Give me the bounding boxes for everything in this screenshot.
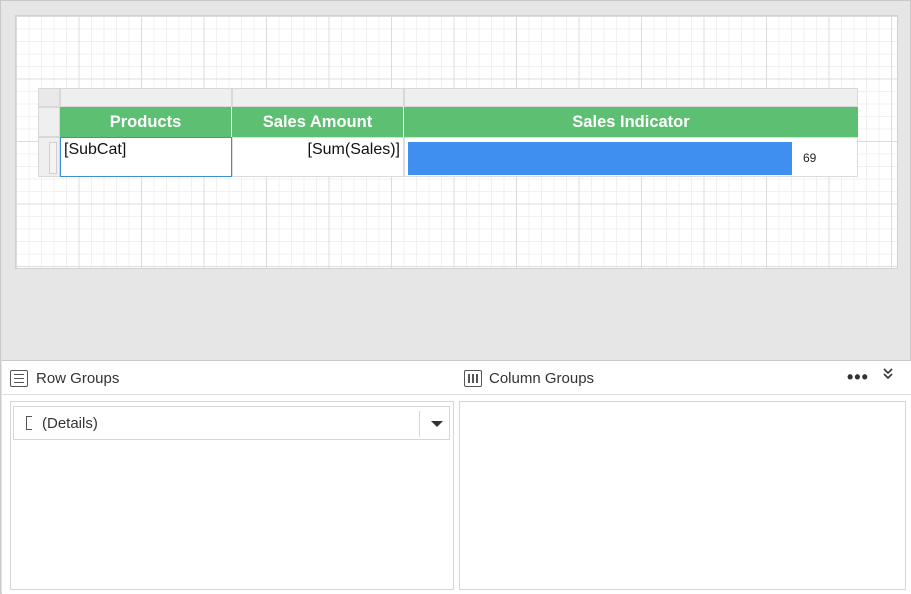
column-groups-icon [464, 369, 482, 387]
data-bar [408, 142, 792, 175]
row-group-label: (Details) [42, 415, 98, 432]
sales-amount-field: [Sum(Sales)] [307, 141, 400, 158]
column-handle-sales-amount[interactable] [232, 88, 404, 107]
row-groups-pane: (Details) [10, 401, 454, 590]
row-groups-icon [10, 369, 28, 387]
column-handle-products[interactable] [60, 88, 232, 107]
row-group-details[interactable]: (Details) [13, 406, 450, 440]
grouping-pane-header: Row Groups Column Groups ••• [2, 361, 911, 395]
more-options-icon[interactable]: ••• [847, 367, 869, 387]
data-bar-value: 69 [803, 151, 817, 165]
products-field: [SubCat] [64, 141, 127, 158]
header-cell-products[interactable]: Products [60, 107, 232, 137]
report-designer: Products Sales Amount Sales Indicator [S… [0, 0, 911, 594]
column-groups-label: Column Groups [489, 369, 595, 387]
data-cell-products[interactable]: [SubCat] [60, 137, 232, 177]
row-groups-heading: Row Groups [10, 361, 119, 395]
chevron-double-down-icon [883, 368, 893, 380]
row-handle-header[interactable] [38, 107, 60, 137]
data-cell-sales-amount[interactable]: [Sum(Sales)] [232, 137, 404, 177]
column-groups-heading: Column Groups [464, 361, 594, 395]
dropdown-separator [419, 411, 420, 437]
column-groups-pane [459, 401, 906, 590]
column-handle-sales-indicator[interactable] [404, 88, 858, 107]
tablix[interactable]: Products Sales Amount Sales Indicator [S… [38, 88, 858, 177]
row-handle-details[interactable] [38, 137, 60, 177]
row-groups-label: Row Groups [36, 369, 120, 387]
header-cell-sales-amount[interactable]: Sales Amount [232, 107, 404, 137]
group-bracket-icon [26, 416, 32, 430]
tablix-corner-handle[interactable] [38, 88, 60, 107]
header-cell-sales-indicator[interactable]: Sales Indicator [404, 107, 858, 137]
row-group-indicator [49, 142, 57, 174]
grouping-pane: Row Groups Column Groups ••• (Details) [2, 360, 911, 594]
dropdown-arrow-icon[interactable] [431, 421, 443, 427]
collapse-pane-icon[interactable] [882, 367, 894, 383]
data-cell-sales-indicator[interactable]: 69 [404, 137, 858, 177]
